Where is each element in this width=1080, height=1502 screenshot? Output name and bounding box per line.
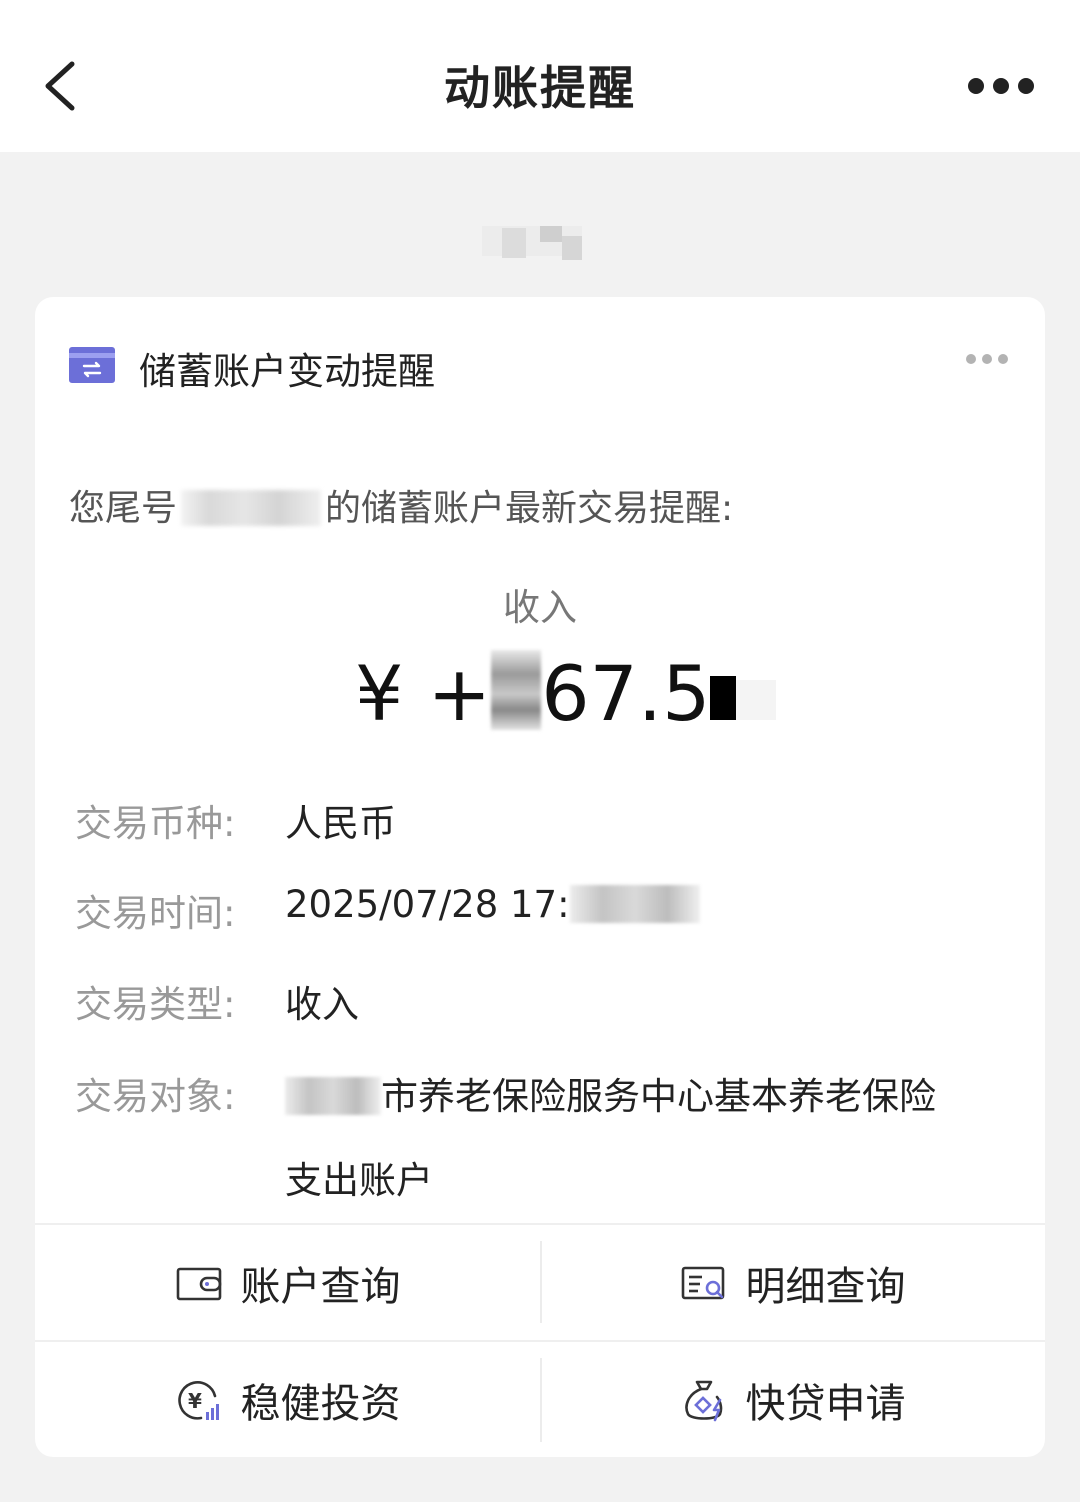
amount-prefix: ¥ + xyxy=(355,649,492,738)
account-query-button[interactable]: 账户查询 xyxy=(35,1224,540,1342)
time-visible: 2025/07/28 17: xyxy=(285,883,570,926)
redacted-date xyxy=(482,226,582,260)
action-label: 稳健投资 xyxy=(240,1381,401,1427)
intro-suffix: 的储蓄账户最新交易提醒: xyxy=(325,488,734,529)
counterparty-line1: 市养老保险服务中心基本养老保险 xyxy=(381,1075,936,1118)
redacted-amount-digit xyxy=(491,650,542,730)
card-title: 储蓄账户变动提醒 xyxy=(139,350,435,393)
wallet-icon xyxy=(176,1267,221,1301)
card-more-icon[interactable] xyxy=(965,353,1009,365)
action-label: 快贷申请 xyxy=(745,1381,906,1427)
page-title: 动账提醒 xyxy=(444,61,636,115)
counterparty-line2: 支出账户 xyxy=(285,1159,433,1202)
action-label: 账户查询 xyxy=(240,1264,401,1310)
top-nav-bar: 动账提醒 xyxy=(0,0,1080,152)
redacted-city xyxy=(285,1077,381,1115)
redacted-amount-tail xyxy=(736,680,777,720)
steady-investment-button[interactable]: ¥ 稳健投资 xyxy=(35,1341,540,1459)
amount-visible: 67.5 xyxy=(541,649,711,738)
transfer-card-icon xyxy=(69,347,115,383)
detail-value: 收入 xyxy=(285,983,359,1026)
account-change-card: 储蓄账户变动提醒 您尾号 的储蓄账户最新交易提醒: 收入 ¥ + 67.5 交易币种… xyxy=(35,297,1045,1457)
detail-key: 交易对象: xyxy=(75,1075,236,1118)
detail-value: 市养老保险服务中心基本养老保险 xyxy=(285,1066,936,1120)
detail-value: 人民币 xyxy=(285,802,396,845)
detail-value: 2025/07/28 17: xyxy=(285,883,700,926)
detail-key: 交易类型: xyxy=(75,983,236,1026)
detail-query-button[interactable]: 明细查询 xyxy=(540,1224,1045,1342)
money-bag-loan-icon xyxy=(684,1380,722,1422)
more-horizontal-icon[interactable] xyxy=(966,76,1036,96)
detail-key: 交易币种: xyxy=(75,802,236,845)
statement-search-icon xyxy=(681,1266,724,1300)
svg-text:¥: ¥ xyxy=(188,1389,202,1413)
intro-prefix: 您尾号 xyxy=(69,488,178,529)
intro-text: 您尾号 的储蓄账户最新交易提醒: xyxy=(69,479,733,531)
yuan-investment-icon: ¥ xyxy=(177,1381,219,1420)
amount: ¥ + 67.5 xyxy=(355,649,777,739)
redacted-time xyxy=(569,885,700,923)
detail-key: 交易时间: xyxy=(75,892,236,935)
transaction-label: 收入 xyxy=(503,586,577,629)
redacted-account-tail xyxy=(181,490,322,526)
redacted-amount-end xyxy=(710,676,737,720)
quick-loan-button[interactable]: 快贷申请 xyxy=(540,1341,1045,1459)
action-label: 明细查询 xyxy=(745,1264,906,1310)
